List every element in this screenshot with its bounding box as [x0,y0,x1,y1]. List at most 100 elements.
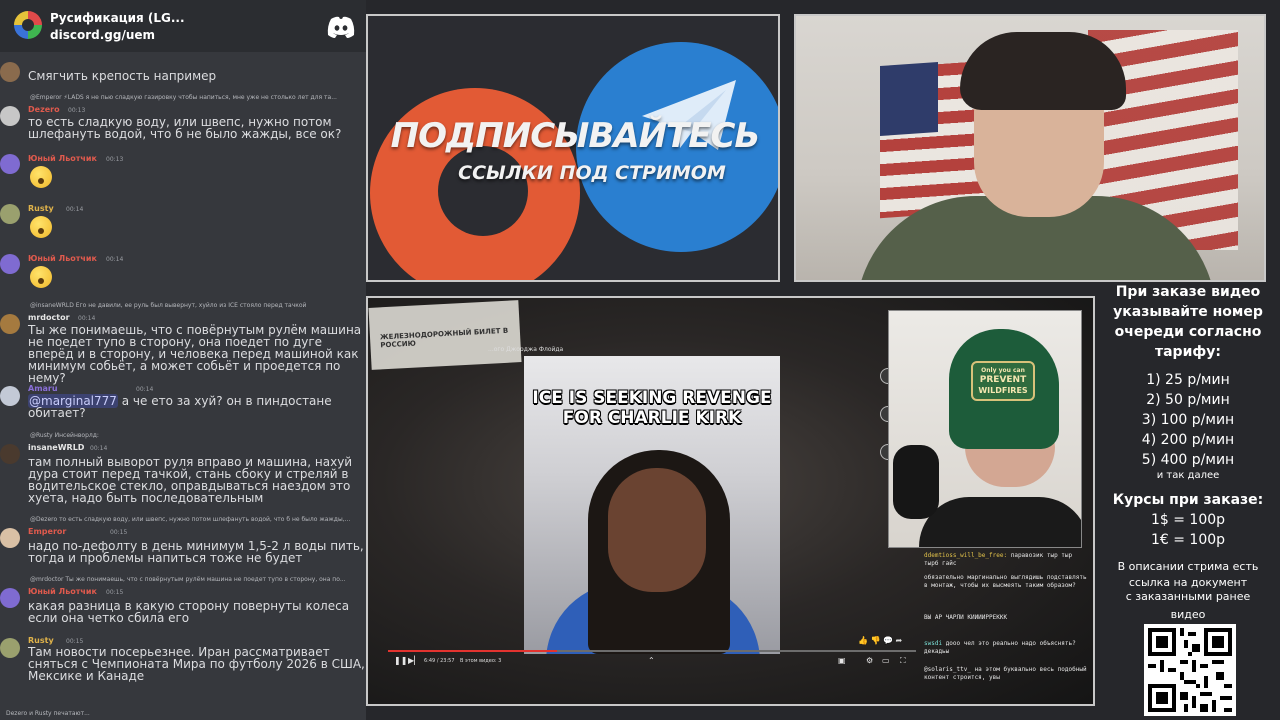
progress-bar[interactable] [388,650,916,652]
qr-code-icon [1148,628,1232,712]
chevron-up-icon[interactable]: ⌃ [648,656,655,665]
avatar[interactable] [0,314,20,334]
rate-item: 1€ = 100р [1150,532,1226,548]
desc-line: В описании стрима есть [1117,560,1259,573]
order-line: При заказе видео [1115,284,1261,300]
chat-text: ВЫ АР ЧАРЛИ КИИИИРРЕККК [924,614,1008,621]
message-text: то есть сладкую воду, или швепс, нужно п… [28,115,342,141]
settings-icon[interactable]: ⚙ [866,656,873,665]
comment-icon[interactable]: 💬 [883,636,893,645]
rate-item: 1$ = 100р [1150,512,1226,528]
discord-logo-icon [327,16,355,38]
avatar[interactable] [0,588,20,608]
video-frame[interactable]: ICE IS SEEKING REVENGE FOR CHARLIE KIRK [524,356,780,654]
chat-line: ВЫ АР ЧАРЛИ КИИИИРРЕККК [924,614,1090,622]
chat-author[interactable]: ddemtioss_will_be_free: [924,552,1007,559]
desc-line: с заказанными ранее [1125,590,1251,603]
flag-canton [880,61,938,137]
video-caption: ICE IS SEEKING REVENGE FOR CHARLIE KIRK [532,388,772,428]
player-chapter[interactable]: В этом видео: 3 [460,658,501,664]
person-face [608,468,706,592]
typing-indicator: Dezero и Rusty печатают... [6,710,90,717]
message-author[interactable]: Emperor [28,527,66,536]
subtitles-icon[interactable]: ▣ [838,656,846,665]
like-icon[interactable]: 👍 [858,636,868,645]
message-author[interactable]: Rusty [28,204,54,213]
message-author[interactable]: mrdoctor [28,313,70,322]
promo-banner: ПОДПИСЫВАЙТЕСЬ ССЫЛКИ ПОД СТРИМОМ [366,14,780,282]
tape-sticker: ЖЕЛЕЗНОДОРОЖНЫЙ БИЛЕТ В РОССИЮ [368,300,522,370]
message-text: Ты же понимаешь, что с повёрнутым рулём … [28,323,362,385]
message-time: 00:14 [78,315,96,322]
boosty-logo-hole [438,146,528,236]
video-title: ...ого Джорджа Флойда [488,346,564,353]
tariff-item: 2) 50 р/мин [1146,392,1230,408]
stream-layout: Русификация (LG... discord.gg/uem Смягчи… [0,0,1280,720]
emoji-reaction-icon [30,216,52,238]
progress-fill [388,650,557,652]
message-text: надо по-дефолту в день минимум 1,5-2 л в… [28,539,364,565]
message-reply[interactable]: @Emperor ⚡LADS я не пью сладкую газировк… [30,94,364,101]
promo-subline: ССЫЛКИ ПОД СТРИМОМ [458,162,726,184]
fullscreen-icon[interactable]: ⛶ [900,656,906,666]
next-icon[interactable]: ▶▏ [408,656,420,665]
emoji-reaction-icon [30,266,52,288]
cap-text: PREVENT [979,375,1027,385]
message-reply[interactable]: @insaneWRLD Его не давили, ее руль был в… [30,302,364,309]
miniplayer-icon[interactable]: ▭ [882,656,890,665]
avatar[interactable] [0,204,20,224]
guest-webcam: Only you can PREVENT WILDFIRES [888,310,1082,548]
avatar[interactable] [0,386,20,406]
chat-line: ddemtioss_will_be_free: паравозик тыр ты… [924,552,1090,568]
message-time: 00:15 [66,638,84,645]
info-panel: При заказе видео указывайте номер очеред… [1096,280,1280,720]
avatar[interactable] [0,638,20,658]
chat-line: обязательно маргинально выглядишь подста… [924,574,1090,590]
message-reply[interactable]: @Rusty Инсейнворлд: [30,432,364,439]
message-reply[interactable]: @mrdoctor Ты же понимаешь, что с повёрну… [30,576,364,583]
message-text: там полный выворот руля вправо и машина,… [28,455,353,505]
tariff-item: 3) 100 р/мин [1141,412,1235,428]
avatar[interactable] [0,154,20,174]
message-author[interactable]: Юный Льотчик [28,587,97,596]
message-time: 00:13 [106,156,124,163]
tariff-item: 1) 25 р/мин [1146,372,1230,388]
tariff-etc: и так далее [1156,470,1220,481]
avatar[interactable] [0,254,20,274]
person-shirt [919,497,1081,547]
promo-headline: ПОДПИСЫВАЙТЕСЬ [390,116,761,156]
share-icon[interactable]: ➦ [896,636,903,645]
desc-line: видео [1170,608,1206,621]
invite-link[interactable]: discord.gg/uem [50,28,155,42]
qr-code[interactable] [1144,624,1236,716]
avatar[interactable] [0,528,20,548]
message-author[interactable]: Юный Льотчик [28,254,97,263]
chat-text: дооо чел это реально надо объяснять? дек… [924,640,1076,655]
message-text: Там новости посерьезнее. Иран рассматрив… [28,645,365,683]
message-author[interactable]: Rusty [28,636,54,645]
message-text: @marginal777 а че ето за хуй? он в пиндо… [28,394,366,419]
message-author[interactable]: Dezero [28,105,60,114]
message-author[interactable]: Amaru [28,384,58,393]
cap-text: WILDFIRES [978,386,1028,395]
chat-line: swsdi дооо чел это реально надо объяснят… [924,640,1090,656]
order-line: очереди согласно [1114,324,1262,340]
discord-header: Русификация (LG... discord.gg/uem [0,0,366,52]
message-author[interactable]: insaneWRLD [28,443,84,452]
person-hair [960,32,1126,110]
pause-icon[interactable]: ❚❚ [394,656,407,665]
server-icon[interactable] [14,11,42,39]
message-author[interactable]: Юный Льотчик [28,154,97,163]
message-text: какая разница в какую сторону повернуты … [28,599,350,625]
video-viewer: ЖЕЛЕЗНОДОРОЖНЫЙ БИЛЕТ В РОССИЮ ...ого Дж… [366,296,1095,706]
message-time: 00:14 [66,206,84,213]
chat-author[interactable]: swsdi [924,640,942,647]
avatar[interactable] [0,106,20,126]
order-line: тарифу: [1154,344,1221,360]
message-reply[interactable]: @Dezero то есть сладкую воду, или швепс,… [30,516,364,523]
avatar[interactable] [0,444,20,464]
dislike-icon[interactable]: 👎 [871,636,881,645]
avatar[interactable] [0,62,20,82]
message-time: 00:15 [106,589,124,596]
rates-title: Курсы при заказе: [1112,492,1264,508]
